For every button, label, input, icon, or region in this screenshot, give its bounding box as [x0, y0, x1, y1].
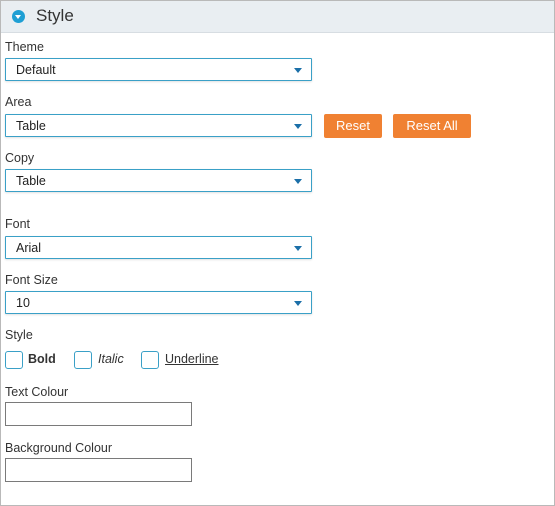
caret-down-icon	[294, 179, 302, 184]
copy-select-value: Table	[16, 174, 46, 188]
underline-checkbox[interactable]	[141, 351, 159, 369]
area-select-value: Table	[16, 119, 46, 133]
font-size-select[interactable]: 10	[5, 291, 312, 314]
text-colour-label: Text Colour	[5, 385, 69, 399]
caret-down-icon	[294, 246, 302, 251]
caret-down-icon	[294, 301, 302, 306]
reset-button[interactable]: Reset	[324, 114, 382, 138]
reset-all-button[interactable]: Reset All	[393, 114, 471, 138]
background-colour-label: Background Colour	[5, 441, 113, 455]
theme-select[interactable]: Default	[5, 58, 312, 81]
style-label: Style	[5, 328, 33, 342]
panel-header[interactable]: Style	[1, 1, 554, 33]
caret-down-icon	[294, 124, 302, 129]
italic-checkbox[interactable]	[74, 351, 92, 369]
area-select[interactable]: Table	[5, 114, 312, 137]
collapse-icon[interactable]	[12, 10, 25, 23]
copy-label: Copy	[5, 151, 35, 165]
theme-label: Theme	[5, 40, 44, 54]
caret-down-icon	[294, 68, 302, 73]
font-label: Font	[5, 217, 31, 231]
panel-title: Style	[36, 6, 74, 25]
theme-select-value: Default	[16, 63, 56, 77]
italic-label[interactable]: Italic	[98, 352, 124, 366]
background-colour-input[interactable]	[5, 458, 192, 482]
style-panel: Style Theme Default Area Table Reset Res…	[0, 0, 555, 506]
font-select[interactable]: Arial	[5, 236, 312, 259]
font-size-select-value: 10	[16, 296, 30, 310]
bold-label[interactable]: Bold	[28, 352, 56, 366]
copy-select[interactable]: Table	[5, 169, 312, 192]
bold-checkbox[interactable]	[5, 351, 23, 369]
underline-label[interactable]: Underline	[165, 352, 219, 366]
text-colour-input[interactable]	[5, 402, 192, 426]
font-size-label: Font Size	[5, 273, 58, 287]
font-select-value: Arial	[16, 241, 42, 255]
area-label: Area	[5, 95, 32, 109]
